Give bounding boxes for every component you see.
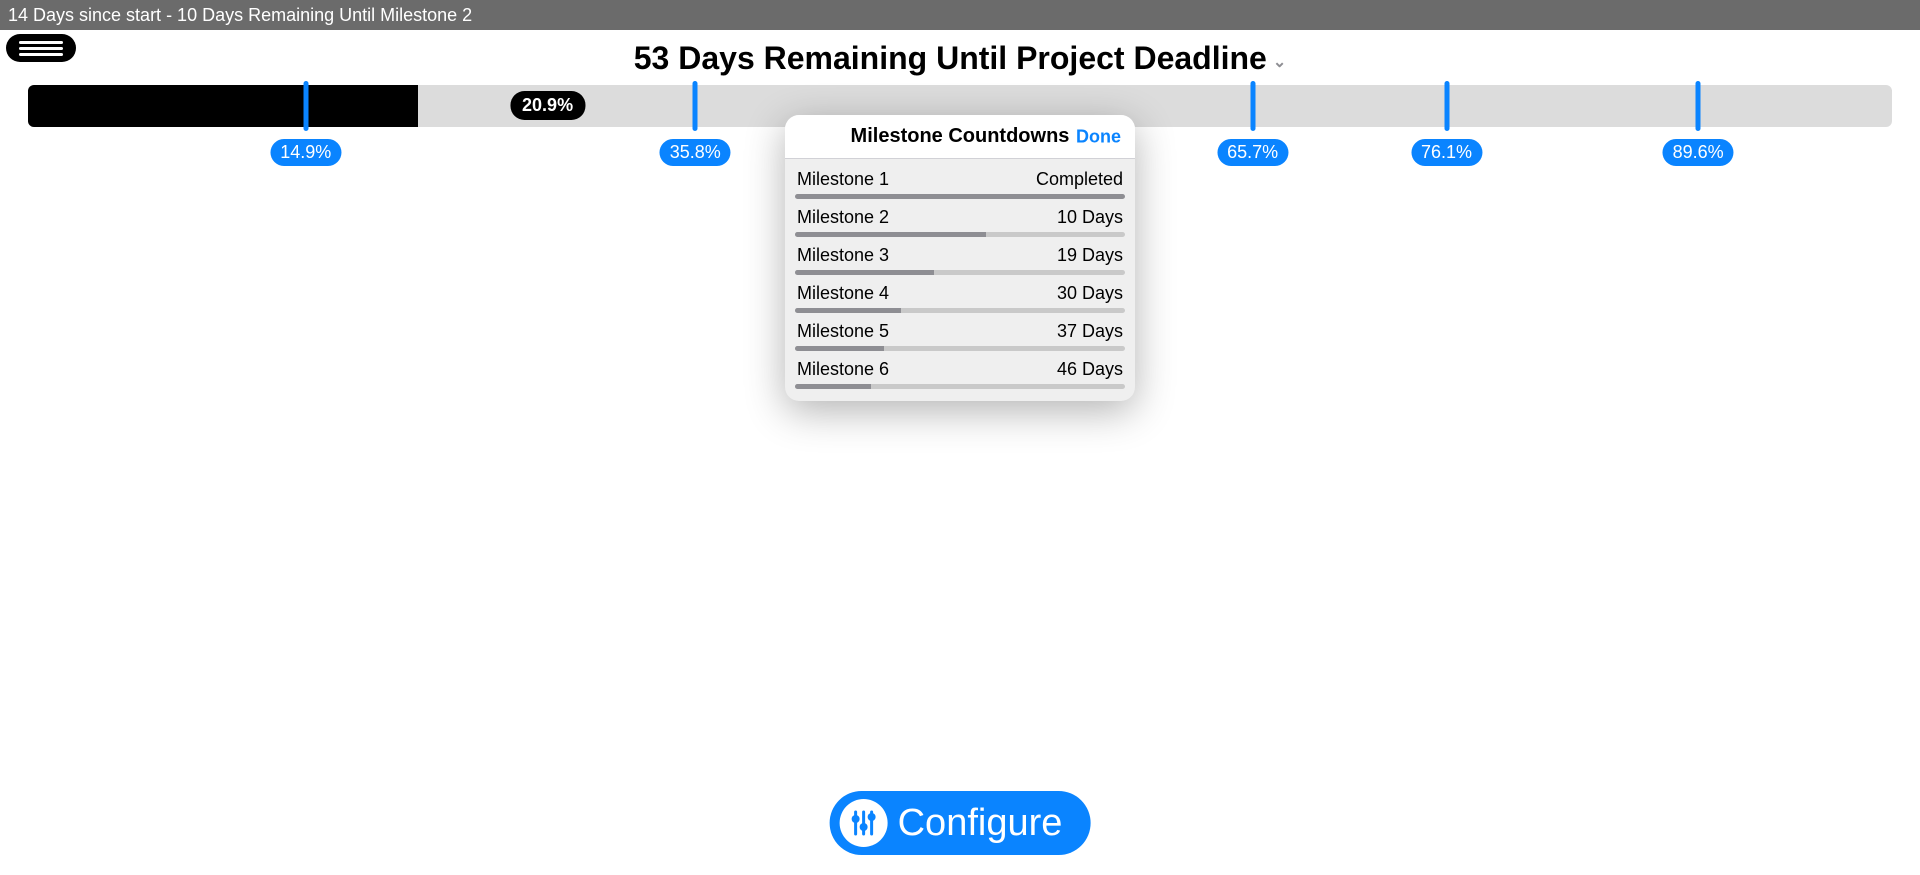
milestone-row[interactable]: Milestone 2 10 Days	[795, 201, 1125, 239]
progress-current-badge: 20.9%	[510, 91, 585, 120]
milestone-name: Milestone 5	[797, 321, 889, 342]
milestone-mini-bar	[795, 232, 1125, 237]
milestone-status: Completed	[1036, 169, 1123, 190]
milestone-badge[interactable]: 89.6%	[1663, 139, 1734, 166]
milestone-name: Milestone 6	[797, 359, 889, 380]
milestone-mini-bar	[795, 270, 1125, 275]
milestone-row[interactable]: Milestone 1 Completed	[795, 163, 1125, 201]
milestone-badge[interactable]: 76.1%	[1411, 139, 1482, 166]
milestone-row[interactable]: Milestone 6 46 Days	[795, 353, 1125, 391]
progress-fill	[28, 85, 418, 127]
menu-button[interactable]	[6, 34, 76, 62]
milestone-tick[interactable]	[303, 81, 308, 131]
milestone-mini-bar	[795, 194, 1125, 199]
milestone-mini-bar	[795, 384, 1125, 389]
milestone-badge[interactable]: 14.9%	[270, 139, 341, 166]
page-title-row[interactable]: 53 Days Remaining Until Project Deadline…	[0, 40, 1920, 77]
milestone-status: 30 Days	[1057, 283, 1123, 304]
hamburger-icon	[19, 41, 63, 44]
milestone-status: 46 Days	[1057, 359, 1123, 380]
milestone-status: 10 Days	[1057, 207, 1123, 228]
milestone-badge[interactable]: 65.7%	[1217, 139, 1288, 166]
page-title: 53 Days Remaining Until Project Deadline	[634, 40, 1267, 77]
milestone-mini-bar	[795, 308, 1125, 313]
sliders-icon	[840, 799, 888, 847]
milestone-tick[interactable]	[1250, 81, 1255, 131]
milestone-tick[interactable]	[1696, 81, 1701, 131]
milestone-row[interactable]: Milestone 5 37 Days	[795, 315, 1125, 353]
milestone-tick[interactable]	[1444, 81, 1449, 131]
popover-header: Milestone Countdowns Done	[785, 115, 1135, 159]
chevron-down-icon: ⌄	[1273, 52, 1286, 72]
milestone-status: 37 Days	[1057, 321, 1123, 342]
milestone-tick[interactable]	[693, 81, 698, 131]
milestone-popover: Milestone Countdowns Done Milestone 1 Com…	[785, 115, 1135, 401]
milestone-name: Milestone 1	[797, 169, 889, 190]
milestone-row[interactable]: Milestone 3 19 Days	[795, 239, 1125, 277]
popover-body: Milestone 1CompletedMilestone 210 DaysMi…	[785, 159, 1135, 401]
configure-button[interactable]: Configure	[830, 791, 1091, 855]
milestone-status: 19 Days	[1057, 245, 1123, 266]
milestone-name: Milestone 4	[797, 283, 889, 304]
done-button[interactable]: Done	[1076, 126, 1121, 147]
configure-label: Configure	[898, 802, 1063, 845]
milestone-row[interactable]: Milestone 4 30 Days	[795, 277, 1125, 315]
milestone-name: Milestone 2	[797, 207, 889, 228]
top-status-bar: 14 Days since start - 10 Days Remaining …	[0, 0, 1920, 30]
milestone-mini-bar	[795, 346, 1125, 351]
milestone-name: Milestone 3	[797, 245, 889, 266]
popover-title: Milestone Countdowns	[851, 125, 1070, 148]
milestone-badge[interactable]: 35.8%	[660, 139, 731, 166]
top-status-text: 14 Days since start - 10 Days Remaining …	[8, 5, 472, 26]
